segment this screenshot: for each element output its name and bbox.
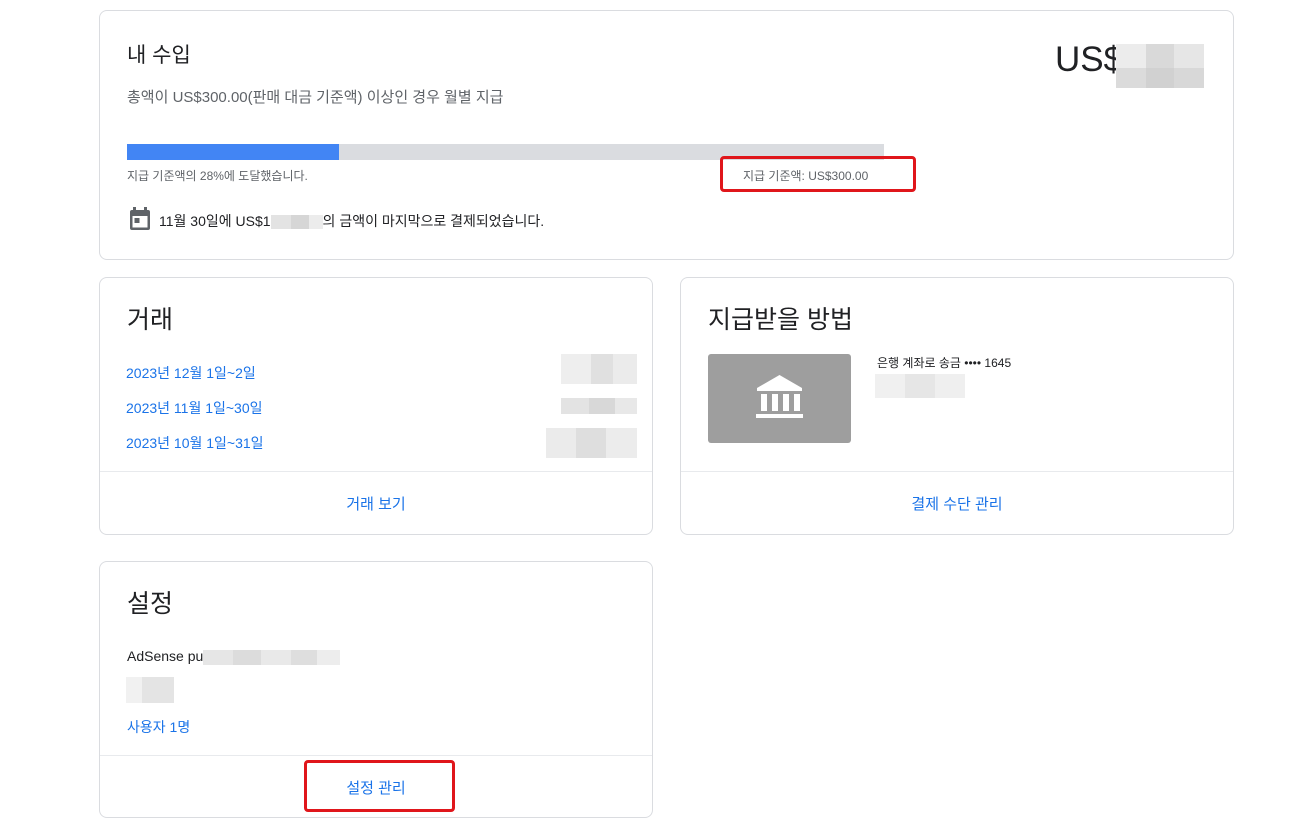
transactions-divider [100, 471, 652, 472]
payment-method-card: 지급받을 방법 은행 계좌로 송금 •••• 1645 결제 수단 관리 [680, 277, 1234, 535]
blurred-publisher-id [203, 649, 341, 665]
blurred-transaction-amount [546, 428, 637, 458]
last-payment-text: 11월 30일에 US$1 의 금액이 마지막으로 결제되었습니다. [159, 211, 544, 231]
blurred-bank-detail [875, 374, 965, 398]
blurred-transaction-amount [561, 354, 637, 384]
last-payment-suffix: 의 금액이 마지막으로 결제되었습니다. [322, 213, 545, 229]
manage-payment-methods-link[interactable]: 결제 수단 관리 [681, 493, 1233, 514]
threshold-highlight-box [720, 156, 916, 192]
last-payment-prefix: 11월 30일에 US$1 [159, 213, 271, 229]
calendar-icon [129, 207, 151, 236]
blurred-transaction-amount [561, 398, 637, 414]
adsense-publisher-id: AdSense pu [127, 648, 341, 665]
earnings-amount: US$ [1055, 40, 1215, 88]
earnings-title: 내 수입 [127, 44, 191, 67]
users-link[interactable]: 사용자 1명 [127, 717, 190, 737]
blurred-payment-amount [270, 215, 323, 230]
blurred-earnings-amount [1116, 44, 1204, 88]
transactions-card: 거래 2023년 12월 1일~2일 2023년 11월 1일~30일 2023… [99, 277, 653, 535]
threshold-note: 총액이 US$300.00(판매 대금 기준액) 이상인 경우 월별 지급 [127, 89, 504, 106]
bank-icon [708, 354, 851, 443]
adsense-prefix: AdSense pu [127, 648, 204, 664]
view-transactions-link[interactable]: 거래 보기 [100, 493, 652, 514]
payment-divider [681, 471, 1233, 472]
manage-settings-highlight-box [304, 760, 455, 812]
progress-fill [127, 144, 339, 160]
settings-card: 설정 AdSense pu 사용자 1명 설정 관리 [99, 561, 653, 818]
transaction-link[interactable]: 2023년 12월 1일~2일 [126, 363, 256, 383]
progress-text: 지급 기준액의 28%에 도달했습니다. [127, 169, 308, 183]
earnings-card: 내 수입 US$ 총액이 US$300.00(판매 대금 기준액) 이상인 경우… [99, 10, 1234, 260]
payment-method-title: 지급받을 방법 [708, 306, 853, 334]
settings-title: 설정 [127, 590, 174, 618]
blurred-account-name [126, 677, 174, 703]
transaction-link[interactable]: 2023년 11월 1일~30일 [126, 398, 263, 418]
settings-divider [100, 755, 652, 756]
transactions-title: 거래 [127, 306, 174, 334]
earnings-currency: US$ [1055, 40, 1124, 79]
bank-account-label: 은행 계좌로 송금 •••• 1645 [877, 356, 1012, 370]
transaction-link[interactable]: 2023년 10월 1일~31일 [126, 433, 264, 453]
